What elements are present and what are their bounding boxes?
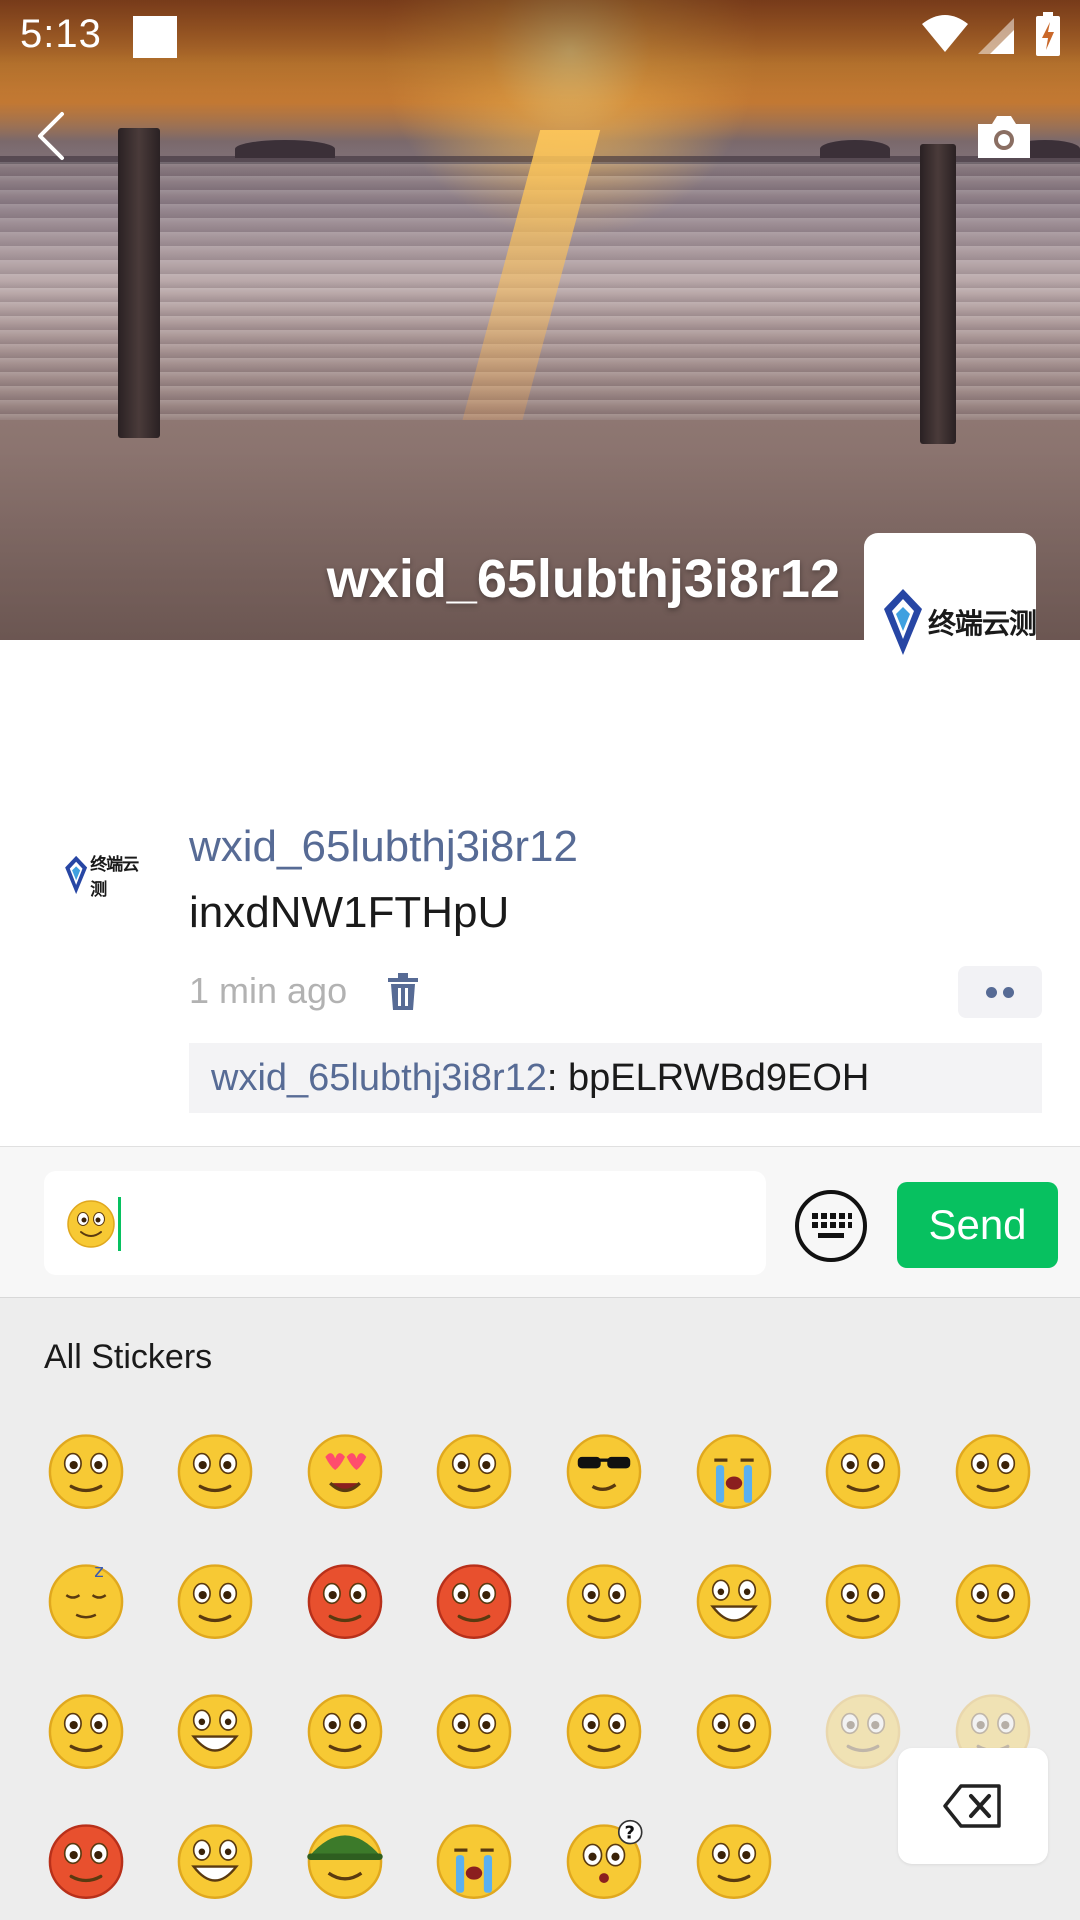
sticker-sob-icon[interactable] [174, 1559, 256, 1641]
svg-text:?: ? [625, 1823, 635, 1844]
sticker-happy-icon[interactable] [563, 1689, 645, 1771]
wifi-icon [922, 15, 968, 52]
sticker-tears-icon[interactable] [433, 1819, 515, 1901]
sticker-soldier-icon[interactable] [304, 1819, 386, 1901]
sticker-cool-icon[interactable] [563, 1429, 645, 1511]
sticker-pick-nose-icon[interactable] [433, 1689, 515, 1771]
sticker-wow-icon[interactable] [693, 1689, 775, 1771]
sticker-angry-icon[interactable] [433, 1559, 515, 1641]
post-avatar[interactable]: 终端云测 [60, 840, 150, 910]
sticker-laugh-icon[interactable] [174, 1689, 256, 1771]
sticker-shy-icon[interactable] [822, 1429, 904, 1511]
notification-icon [133, 16, 177, 58]
backspace-icon [943, 1784, 1001, 1828]
sticker-question-icon[interactable]: ? [563, 1819, 645, 1901]
sticker-surprise-icon[interactable] [822, 1559, 904, 1641]
sticker-smile-icon[interactable] [45, 1429, 127, 1511]
signal-icon [978, 18, 1014, 54]
sticker-panel-title: All Stickers [44, 1338, 213, 1376]
keyboard-icon[interactable] [794, 1189, 868, 1263]
sticker-blush-icon[interactable] [45, 1689, 127, 1771]
sticker-heart-eyes-icon[interactable] [304, 1429, 386, 1511]
logo-mark-icon [65, 855, 88, 895]
moments-screen: 5:13 wxid_65lubthj3i8r12 终端云测 终端云测 wxid_… [0, 0, 1080, 1920]
more-dot-icon [986, 987, 997, 998]
smile-emoji-icon [67, 1200, 115, 1248]
post-text: inxdNW1FTHpU [189, 888, 510, 937]
sticker-grin-icon[interactable] [693, 1559, 775, 1641]
camera-icon[interactable] [974, 112, 1034, 162]
comment-input-bar: Send [0, 1146, 1080, 1298]
battery-charging-icon [1036, 12, 1060, 56]
sticker-shush-icon[interactable] [693, 1819, 775, 1901]
sticker-tongue-icon[interactable] [563, 1559, 645, 1641]
status-time: 5:13 [20, 12, 102, 56]
sticker-frown-icon[interactable] [952, 1559, 1034, 1641]
logo-text: 终端云测 [928, 607, 1036, 640]
status-bar: 5:13 [0, 0, 1080, 75]
sticker-awkward-icon[interactable] [174, 1429, 256, 1511]
delete-post-icon[interactable] [386, 972, 420, 1012]
comment-separator: : [546, 1057, 569, 1099]
post-more-button[interactable] [958, 966, 1042, 1018]
sticker-stare-icon[interactable] [433, 1429, 515, 1511]
svg-text:z: z [94, 1561, 103, 1582]
sticker-panel: All Stickers z? [0, 1298, 1080, 1920]
more-dot-icon [1003, 987, 1014, 998]
comment-text: bpELRWBd9EOH [568, 1057, 870, 1099]
sticker-dull-icon[interactable] [822, 1689, 904, 1771]
logo-mark-icon [884, 589, 922, 655]
comment-author[interactable]: wxid_65lubthj3i8r12 [211, 1057, 547, 1099]
backspace-button[interactable] [898, 1748, 1048, 1864]
sticker-sweat-icon[interactable] [304, 1689, 386, 1771]
post-timestamp: 1 min ago [189, 970, 348, 1011]
sticker-embarrassed-icon[interactable] [304, 1559, 386, 1641]
profile-name: wxid_65lubthj3i8r12 [326, 549, 840, 609]
comment-item[interactable]: wxid_65lubthj3i8r12: bpELRWBd9EOH [189, 1043, 1042, 1113]
back-icon[interactable] [30, 108, 74, 164]
text-caret [118, 1197, 121, 1251]
post-author[interactable]: wxid_65lubthj3i8r12 [189, 822, 578, 872]
sticker-sleep-icon[interactable]: z [45, 1559, 127, 1641]
sticker-scared-icon[interactable] [45, 1819, 127, 1901]
profile-avatar[interactable]: 终端云测 [864, 533, 1036, 665]
send-button[interactable]: Send [897, 1182, 1058, 1268]
sticker-cry-icon[interactable] [693, 1429, 775, 1511]
logo-text: 终端云测 [90, 855, 139, 900]
comment-input[interactable] [44, 1171, 766, 1275]
sticker-chuckle-icon[interactable] [174, 1819, 256, 1901]
sticker-silent-icon[interactable] [952, 1429, 1034, 1511]
